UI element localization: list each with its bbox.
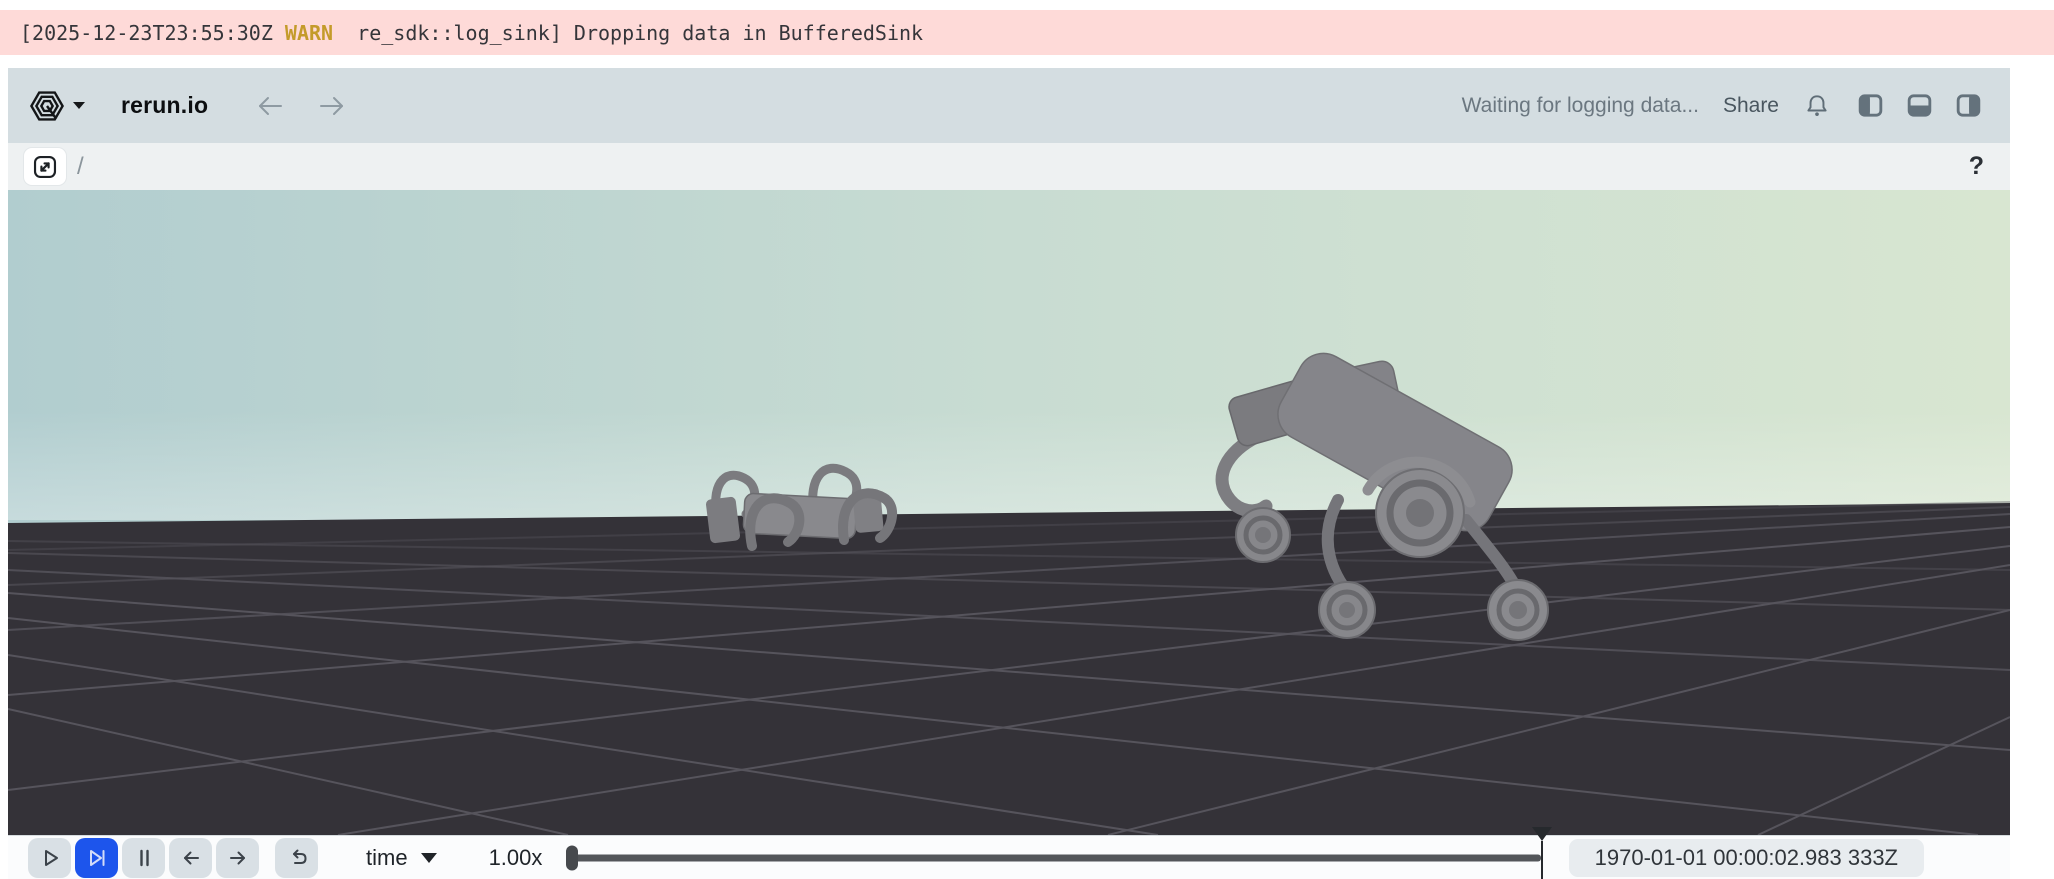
play-button[interactable]	[28, 837, 71, 878]
follow-latest-button[interactable]	[75, 837, 118, 878]
notification-bell-icon[interactable]	[1803, 91, 1831, 121]
dropdown-caret-icon	[73, 102, 85, 109]
timeline-track[interactable]	[568, 854, 1541, 861]
3d-scene	[8, 190, 2010, 835]
timeline-panel: time 1.00x 1970-01-01 00:00:02.983 333Z	[8, 827, 2010, 879]
3d-viewport-canvas[interactable]	[8, 190, 2010, 835]
rerun-viewer-window: rerun.io Waiting for logging data... Sha…	[8, 68, 2010, 879]
toggle-left-panel-button[interactable]	[1855, 90, 1886, 121]
playback-speed[interactable]: 1.00x	[489, 845, 543, 871]
playhead-triangle-icon	[1531, 827, 1552, 841]
rerun-logo-icon	[30, 90, 64, 121]
toggle-bottom-panel-button[interactable]	[1904, 90, 1935, 121]
breadcrumb-separator: /	[77, 152, 84, 180]
spatial-view-button[interactable]	[24, 148, 66, 185]
spatial-view-icon	[33, 155, 57, 178]
timeline-selector[interactable]: time	[366, 845, 437, 871]
playhead-line	[1540, 841, 1543, 879]
step-back-button[interactable]	[169, 837, 212, 878]
chevron-down-icon	[420, 852, 437, 863]
log-message: re_sdk::log_sink] Dropping data in Buffe…	[333, 20, 924, 45]
timeline-name: time	[366, 844, 408, 870]
loop-button[interactable]	[275, 837, 318, 878]
current-time-display: 1970-01-01 00:00:02.983 333Z	[1568, 838, 1924, 877]
forward-arrow-button[interactable]	[316, 94, 348, 118]
playhead-marker[interactable]	[1531, 827, 1552, 879]
log-level: WARN	[284, 20, 334, 45]
pause-button[interactable]	[122, 837, 165, 878]
horizon-haze	[8, 410, 2010, 520]
time-scrubber[interactable]	[566, 827, 1552, 879]
step-forward-button[interactable]	[216, 837, 259, 878]
status-text: Waiting for logging data...	[1461, 93, 1699, 117]
toggle-right-panel-button[interactable]	[1953, 90, 1984, 121]
back-arrow-button[interactable]	[254, 94, 286, 118]
log-warning-banner: [2025-12-23T23:55:30Z WARN re_sdk::log_s…	[0, 10, 2054, 55]
log-timestamp: [2025-12-23T23:55:30Z	[20, 20, 285, 45]
top-toolbar: rerun.io Waiting for logging data... Sha…	[8, 68, 2010, 143]
breadcrumb: / ?	[8, 143, 2010, 190]
brand-title[interactable]: rerun.io	[121, 92, 208, 119]
rerun-menu-button[interactable]	[30, 88, 85, 124]
help-button[interactable]: ?	[1969, 152, 1984, 181]
share-button[interactable]: Share	[1723, 94, 1779, 118]
timeline-start-knob[interactable]	[566, 845, 579, 870]
